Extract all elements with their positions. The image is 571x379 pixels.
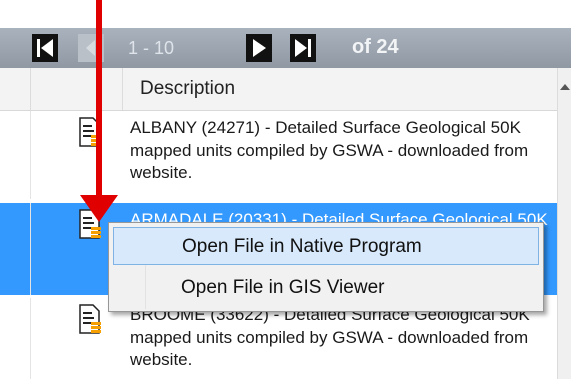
- last-page-button[interactable]: [290, 34, 316, 62]
- grid-header: Description: [0, 68, 560, 111]
- document-icon: [79, 117, 101, 147]
- previous-page-button[interactable]: [78, 34, 104, 62]
- first-page-icon: [37, 39, 53, 57]
- table-row[interactable]: ALBANY (24271) - Detailed Surface Geolog…: [0, 111, 557, 199]
- document-icon: [79, 209, 101, 239]
- vertical-scrollbar[interactable]: [557, 68, 571, 379]
- pagination-toolbar: 1 - 10 of 24: [0, 28, 571, 68]
- open-gis-viewer-menu-item[interactable]: Open File in GIS Viewer: [113, 269, 539, 307]
- header-gutter: [0, 68, 31, 110]
- document-icon: [79, 304, 101, 334]
- page-range-label: 1 - 10: [128, 38, 175, 58]
- open-native-program-menu-item[interactable]: Open File in Native Program: [113, 227, 539, 265]
- context-menu: Open File in Native Program Open File in…: [108, 222, 544, 312]
- row-description: ALBANY (24271) - Detailed Surface Geolog…: [130, 118, 529, 182]
- previous-page-icon: [86, 40, 95, 56]
- scroll-up-icon[interactable]: [560, 84, 570, 90]
- first-page-button[interactable]: [32, 34, 58, 62]
- menu-item-label: Open File in Native Program: [182, 236, 422, 257]
- next-page-button[interactable]: [246, 34, 272, 62]
- row-gutter: [0, 203, 31, 295]
- description-column-header[interactable]: Description: [140, 78, 235, 100]
- last-page-icon: [295, 39, 311, 57]
- row-gutter: [0, 298, 31, 379]
- page-count-label: of 24: [352, 36, 399, 58]
- row-gutter: [0, 111, 31, 199]
- next-page-icon: [253, 39, 266, 57]
- menu-item-label: Open File in GIS Viewer: [181, 277, 385, 298]
- row-description: BROOME (33622) - Detailed Surface Geolog…: [130, 305, 530, 369]
- header-icon-column[interactable]: [30, 68, 123, 110]
